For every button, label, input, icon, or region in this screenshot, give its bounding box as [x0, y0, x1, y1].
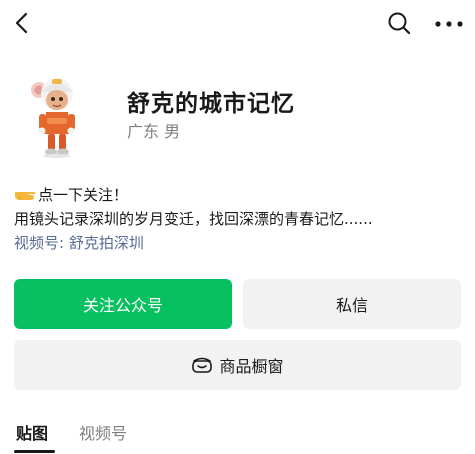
- tab-video-channel[interactable]: 视频号: [79, 420, 127, 444]
- top-bar: [0, 0, 475, 46]
- region-gender: 广东 男: [127, 122, 181, 141]
- video-channel-link[interactable]: 视频号: 舒克拍深圳: [14, 231, 464, 255]
- intro-follow-text: 点一下关注！: [38, 186, 129, 204]
- content-tabs: 贴图 视频号: [14, 420, 464, 454]
- shop-window-button[interactable]: 商品橱窗: [14, 340, 461, 390]
- intro-line-1: 点一下关注！: [14, 183, 464, 207]
- follow-button[interactable]: 关注公众号: [14, 279, 232, 329]
- message-button[interactable]: 私信: [243, 279, 461, 329]
- search-icon[interactable]: [384, 8, 414, 38]
- shop-window-label: 商品橱窗: [219, 357, 284, 376]
- account-name: 舒克的城市记忆: [127, 91, 295, 117]
- chevron-left-icon[interactable]: [8, 8, 38, 38]
- intro-line-2: 用镜头记录深圳的岁月变迁，找回深漂的青春记忆......: [14, 210, 373, 228]
- tab-posts[interactable]: 贴图: [16, 420, 48, 444]
- more-dots-icon[interactable]: [432, 8, 466, 38]
- account-intro: 点一下关注！ 用镜头记录深圳的岁月变迁，找回深漂的青春记忆...... 视频号:…: [14, 183, 464, 255]
- active-tab-indicator: [14, 450, 55, 453]
- avatar[interactable]: [30, 72, 82, 158]
- pointing-hand-icon: [14, 184, 36, 200]
- shop-window-icon: [192, 357, 213, 373]
